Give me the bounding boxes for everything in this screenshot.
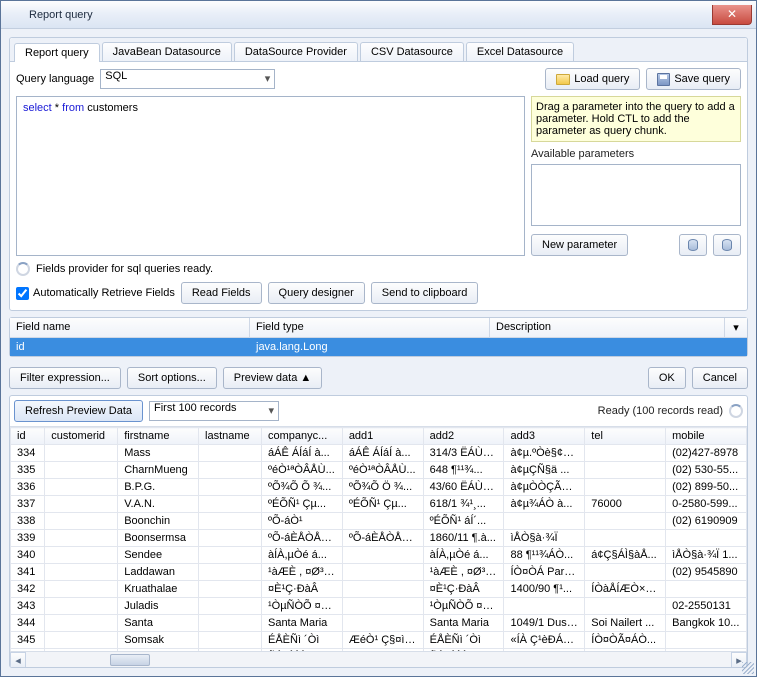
param-tool2-button[interactable] — [713, 234, 741, 256]
ok-button[interactable]: OK — [648, 367, 686, 389]
read-fields-button[interactable]: Read Fields — [181, 282, 262, 304]
table-row[interactable]: 338BoonchinºÕ-áÒ¹ºÉÕÑ¹ áÍ´...(02) 619090… — [11, 513, 747, 530]
scroll-left-icon[interactable]: ◂ — [10, 652, 26, 668]
query-language-label: Query language — [16, 73, 94, 85]
available-params-list[interactable] — [531, 164, 741, 226]
tab-datasource-provider[interactable]: DataSource Provider — [234, 42, 358, 61]
param-tool1-button[interactable] — [679, 234, 707, 256]
column-header[interactable]: add2 — [423, 428, 504, 445]
query-designer-button[interactable]: Query designer — [268, 282, 365, 304]
preview-status: Ready (100 records read) — [598, 405, 723, 417]
app-icon — [9, 8, 23, 22]
fields-table: Field name Field type Description ▾ id j… — [9, 317, 748, 357]
scroll-thumb[interactable] — [110, 654, 150, 666]
table-row[interactable]: 335CharnMuengºéÒ¹ªÒÂÅÙ...ºéÒ¹ªÒÂÅÙ...648… — [11, 462, 747, 479]
table-row[interactable]: 336B.P.G.ºÕ¾Õ Õ ¾...ºÕ¾Õ Ö ¾...43/60 ËÁÙ… — [11, 479, 747, 496]
table-row[interactable]: 339BoonsermsaºÕ-áÈÅÒÅÈ...ºÕ-áÈÅÒÅÈ...186… — [11, 530, 747, 547]
db-icon — [722, 239, 732, 251]
disk-icon — [657, 73, 670, 86]
sort-options-button[interactable]: Sort options... — [127, 367, 217, 389]
table-row[interactable]: 337V.A.N.ºÉÕÑ¹ Çµ...ºÉÕÑ¹ Çµ...618/1 ¾¹¸… — [11, 496, 747, 513]
load-query-button[interactable]: Load query — [545, 68, 640, 90]
resize-grip[interactable] — [742, 662, 754, 674]
title-bar: Report query ✕ — [1, 1, 756, 29]
table-row[interactable]: 341Laddawan¹àÆÈ , ¤Ø³Á...¹àÆÈ , ¤Ø³Á...Í… — [11, 564, 747, 581]
tab-csv-datasource[interactable]: CSV Datasource — [360, 42, 464, 61]
column-header[interactable]: lastname — [199, 428, 262, 445]
new-parameter-button[interactable]: New parameter — [531, 234, 628, 256]
spinner-icon — [16, 262, 30, 276]
column-header[interactable]: companyc... — [261, 428, 342, 445]
cancel-button[interactable]: Cancel — [692, 367, 748, 389]
spinner-icon — [729, 404, 743, 418]
col-field-type[interactable]: Field type — [250, 318, 490, 337]
available-params-label: Available parameters — [531, 148, 741, 160]
horizontal-scrollbar[interactable]: ◂ ▸ — [10, 651, 747, 667]
table-row[interactable]: 344SantaSanta MariaSanta Maria1049/1 Dus… — [11, 615, 747, 632]
tab-excel-datasource[interactable]: Excel Datasource — [466, 42, 574, 61]
table-row[interactable]: 334MassáÁÊ ÁÍáÍ à...áÁÊ ÁÍáÍ à...314/3 Ë… — [11, 445, 747, 462]
datasource-tabs: Report queryJavaBean DatasourceDataSourc… — [10, 38, 747, 62]
column-header[interactable]: id — [11, 428, 45, 445]
send-clipboard-button[interactable]: Send to clipboard — [371, 282, 479, 304]
preview-grid[interactable]: idcustomeridfirstnamelastnamecompanyc...… — [10, 427, 747, 651]
query-language-select[interactable]: SQL — [100, 69, 275, 89]
column-header[interactable]: firstname — [118, 428, 199, 445]
save-query-button[interactable]: Save query — [646, 68, 741, 90]
preview-data-button[interactable]: Preview data ▲ — [223, 367, 323, 389]
fields-status: Fields provider for sql queries ready. — [36, 263, 213, 275]
window-title: Report query — [29, 9, 93, 21]
tab-javabean-datasource[interactable]: JavaBean Datasource — [102, 42, 232, 61]
table-row[interactable]: 340SendeeàÍÀ,µÒé á...àÍÀ,µÒé á...88 ¶¹¹¾… — [11, 547, 747, 564]
col-field-name[interactable]: Field name — [10, 318, 250, 337]
tab-report-query[interactable]: Report query — [14, 43, 100, 62]
column-header[interactable]: customerid — [45, 428, 118, 445]
column-header[interactable]: mobile — [666, 428, 747, 445]
fields-menu-button[interactable]: ▾ — [725, 318, 747, 337]
column-header[interactable]: add3 — [504, 428, 585, 445]
column-header[interactable]: tel — [585, 428, 666, 445]
parameter-hint: Drag a parameter into the query to add a… — [531, 96, 741, 142]
auto-retrieve-checkbox[interactable]: Automatically Retrieve Fields — [16, 287, 175, 300]
refresh-preview-button[interactable]: Refresh Preview Data — [14, 400, 143, 422]
close-button[interactable]: ✕ — [712, 5, 752, 25]
filter-expression-button[interactable]: Filter expression... — [9, 367, 121, 389]
table-row[interactable]: 343Juladis¹ÒµÑÒÕ ¤¤¤Á...¹ÒµÑÒÕ ¤¤Á...02-… — [11, 598, 747, 615]
table-row[interactable]: 342Kruathalae¤È¹Ç·ÐàÂ¤È¹Ç·ÐàÂ1400/90 ¶¹.… — [11, 581, 747, 598]
col-description[interactable]: Description — [490, 318, 725, 337]
query-editor[interactable]: select * from customers — [16, 96, 525, 256]
column-header[interactable]: add1 — [342, 428, 423, 445]
field-row[interactable]: id java.lang.Long — [10, 338, 747, 356]
folder-icon — [556, 74, 570, 85]
table-row[interactable]: 345SomsakÉÅÈÑì ´ÒìÆéÒ¹ Ç§¤ì¹...ÉÅÈÑì ´Òì… — [11, 632, 747, 649]
db-icon — [688, 239, 698, 251]
records-limit-select[interactable]: First 100 records — [149, 401, 279, 421]
